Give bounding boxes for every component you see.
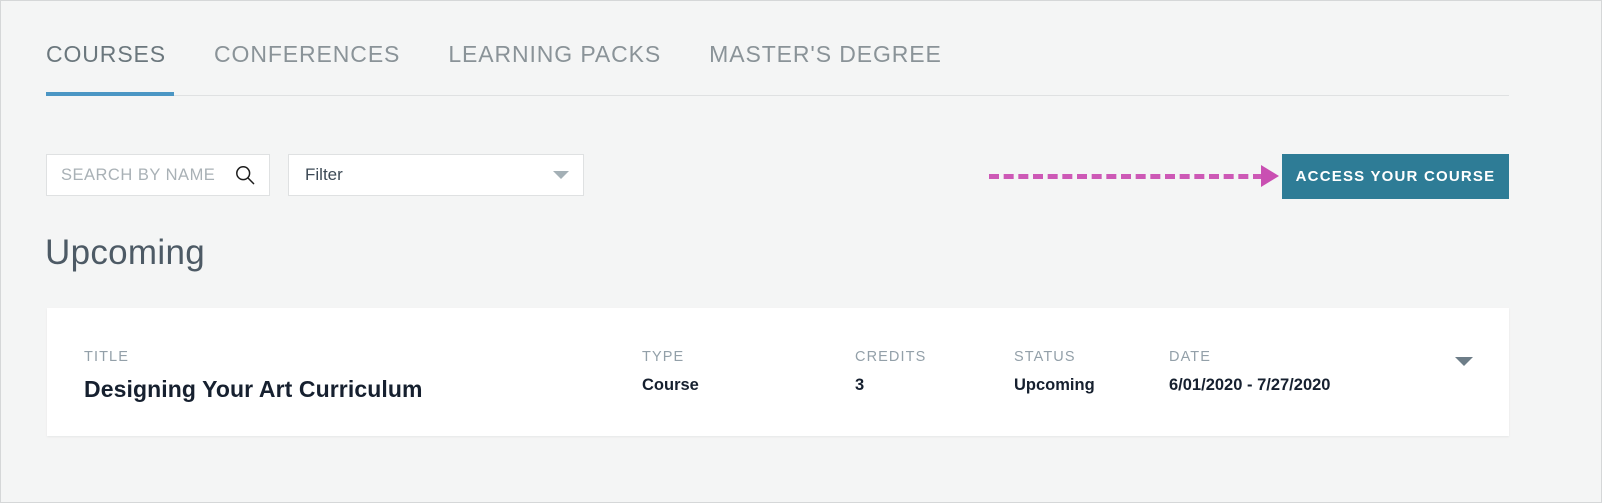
card-column-title-value: Designing Your Art Curriculum [84, 376, 423, 402]
tab-conferences[interactable]: CONFERENCES [214, 39, 424, 69]
tab-courses[interactable]: COURSES [46, 39, 190, 69]
section-heading: Upcoming [45, 233, 205, 272]
card-column-date-value: 6/01/2020 - 7/27/2020 [1169, 376, 1331, 394]
tab-masters-degree-label: MASTER'S DEGREE [709, 41, 942, 67]
toolbar: Filter ACCESS YOUR COURSE [46, 154, 1509, 199]
card-expand-chevron-down-icon[interactable] [1455, 357, 1473, 366]
card-column-date-label: DATE [1169, 349, 1211, 365]
search-field[interactable] [46, 154, 270, 196]
annotation-arrow-head-icon [1261, 165, 1279, 187]
tab-masters-degree[interactable]: MASTER'S DEGREE [709, 39, 966, 69]
tab-bar: COURSES CONFERENCES LEARNING PACKS MASTE… [46, 39, 1509, 97]
status-badge: Upcoming [1014, 376, 1095, 394]
chevron-down-icon [553, 171, 569, 179]
card-column-title: TITLE Designing Your Art Curriculum [84, 349, 423, 403]
card-column-credits-label: CREDITS [855, 349, 927, 365]
card-column-date: DATE 6/01/2020 - 7/27/2020 [1169, 349, 1330, 395]
card-column-status-label: STATUS [1014, 349, 1076, 365]
active-tab-indicator [46, 92, 174, 96]
search-input[interactable] [61, 165, 233, 185]
tab-list: COURSES CONFERENCES LEARNING PACKS MASTE… [46, 39, 1509, 81]
filter-dropdown[interactable]: Filter [288, 154, 584, 196]
tab-courses-label: COURSES [46, 41, 167, 67]
card-column-type-value: Course [642, 376, 699, 394]
tab-learning-packs-label: LEARNING PACKS [448, 41, 662, 67]
card-column-status: STATUS Upcoming [1014, 349, 1095, 395]
search-icon[interactable] [233, 163, 257, 187]
card-column-title-label: TITLE [84, 349, 129, 365]
card-column-credits: CREDITS 3 [855, 349, 926, 395]
access-your-course-button[interactable]: ACCESS YOUR COURSE [1282, 154, 1509, 199]
tab-divider [46, 95, 1509, 96]
filter-dropdown-label: Filter [305, 165, 343, 184]
courses-page: COURSES CONFERENCES LEARNING PACKS MASTE… [0, 0, 1602, 503]
card-column-credits-value: 3 [855, 376, 865, 394]
tab-conferences-label: CONFERENCES [214, 41, 401, 67]
card-column-type-label: TYPE [642, 349, 685, 365]
annotation-arrow [989, 165, 1279, 187]
card-column-type: TYPE Course [642, 349, 699, 395]
annotation-arrow-line [989, 173, 1263, 179]
tab-learning-packs[interactable]: LEARNING PACKS [448, 39, 685, 69]
course-card[interactable]: TITLE Designing Your Art Curriculum TYPE… [47, 308, 1509, 436]
